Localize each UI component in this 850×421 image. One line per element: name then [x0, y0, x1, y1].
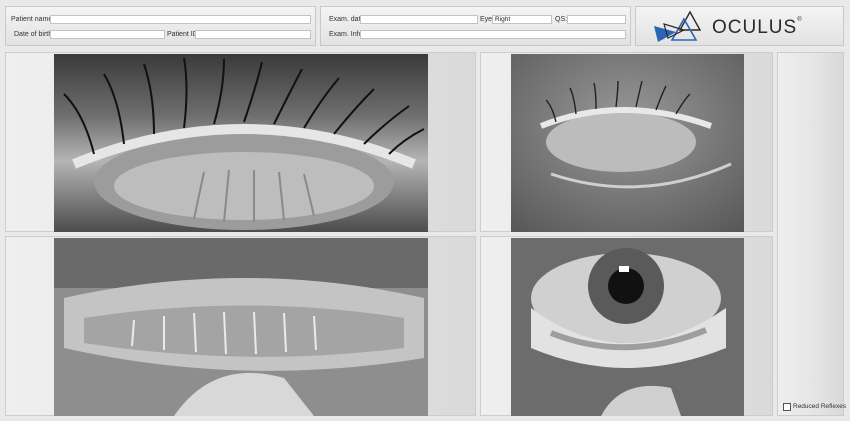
lower-eyelid-pulled-image[interactable] — [511, 238, 744, 416]
patient-info-panel: Patient name: Date of birth: Patient ID: — [5, 6, 316, 46]
oculus-logo-text: OCULUS® — [712, 17, 803, 38]
image-cell-bottom-right[interactable] — [480, 236, 773, 416]
exam-info-field[interactable] — [360, 30, 626, 39]
exam-date-field[interactable] — [360, 15, 478, 24]
right-sidebar-panel: Reduced Reflexes — [777, 52, 847, 416]
oculus-logo-icon — [654, 10, 702, 42]
qs-label: QS: — [555, 16, 568, 23]
closed-eyelid-image[interactable] — [511, 54, 744, 232]
date-of-birth-label: Date of birth: — [14, 31, 55, 38]
patient-name-label: Patient name: — [11, 16, 55, 23]
reduced-reflexes-checkbox[interactable] — [783, 403, 791, 411]
upper-eyelid-everted-image[interactable] — [54, 54, 428, 232]
image-cell-top-right[interactable] — [480, 52, 773, 232]
date-of-birth-field[interactable] — [50, 30, 165, 39]
lower-eyelid-everted-image[interactable] — [54, 238, 428, 416]
exam-info-panel: Exam. date: Eye: Right QS: Exam. Info: — [320, 6, 631, 46]
reduced-reflexes-label: Reduced Reflexes — [793, 403, 847, 410]
patient-name-field[interactable] — [50, 15, 311, 24]
patient-id-field[interactable] — [195, 30, 311, 39]
logo-panel: OCULUS® — [635, 6, 844, 46]
image-cell-top-left[interactable] — [5, 52, 476, 232]
qs-field[interactable] — [567, 15, 626, 24]
eye-field[interactable]: Right — [492, 15, 552, 24]
image-cell-bottom-left[interactable] — [5, 236, 476, 416]
